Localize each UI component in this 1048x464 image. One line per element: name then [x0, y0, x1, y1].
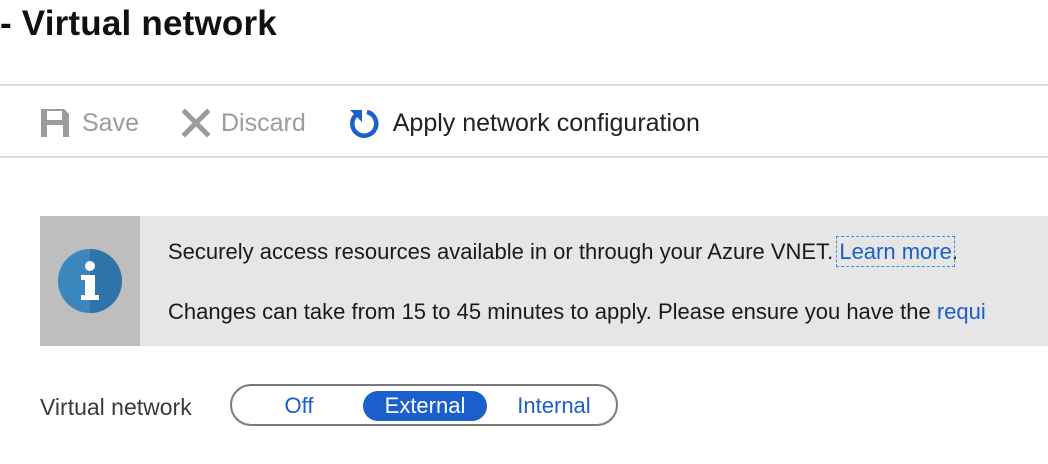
banner-changes-text: Changes can take from 15 to 45 minutes t…	[168, 299, 937, 324]
apply-label: Apply network configuration	[392, 108, 700, 137]
save-label: Save	[82, 108, 139, 137]
discard-button[interactable]: Discard	[181, 100, 306, 146]
virtual-network-toggle: Off External Internal	[230, 384, 618, 426]
toolbar-divider	[0, 156, 1048, 158]
save-button[interactable]: Save	[38, 100, 139, 146]
info-icon	[58, 249, 122, 313]
discard-label: Discard	[220, 108, 306, 137]
banner-icon-panel	[40, 216, 140, 346]
page-root: - Virtual network Save Discard Apply net…	[0, 0, 1048, 464]
banner-line-changes: Changes can take from 15 to 45 minutes t…	[168, 299, 986, 325]
page-title: - Virtual network	[0, 4, 277, 43]
learn-more-link[interactable]: Learn more	[836, 236, 955, 267]
refresh-icon	[347, 106, 381, 140]
apply-network-configuration-button[interactable]: Apply network configuration	[347, 100, 700, 146]
virtual-network-label: Virtual network	[40, 393, 192, 420]
banner-vnet-text: Securely access resources available in o…	[168, 239, 840, 264]
info-banner: Securely access resources available in o…	[40, 216, 1048, 346]
save-disk-icon	[38, 106, 72, 140]
toggle-option-external[interactable]: External	[363, 391, 487, 421]
banner-line-vnet: Securely access resources available in o…	[168, 236, 958, 267]
toggle-option-internal[interactable]: Internal	[494, 391, 614, 421]
toggle-option-off[interactable]: Off	[256, 391, 342, 421]
x-icon	[181, 108, 211, 138]
title-divider	[0, 84, 1048, 86]
virtual-network-row: Virtual network Off External Internal	[40, 384, 618, 430]
command-toolbar: Save Discard Apply network configuration	[38, 100, 700, 146]
requirements-link[interactable]: requi	[937, 299, 986, 324]
banner-vnet-suffix: .	[951, 239, 958, 264]
